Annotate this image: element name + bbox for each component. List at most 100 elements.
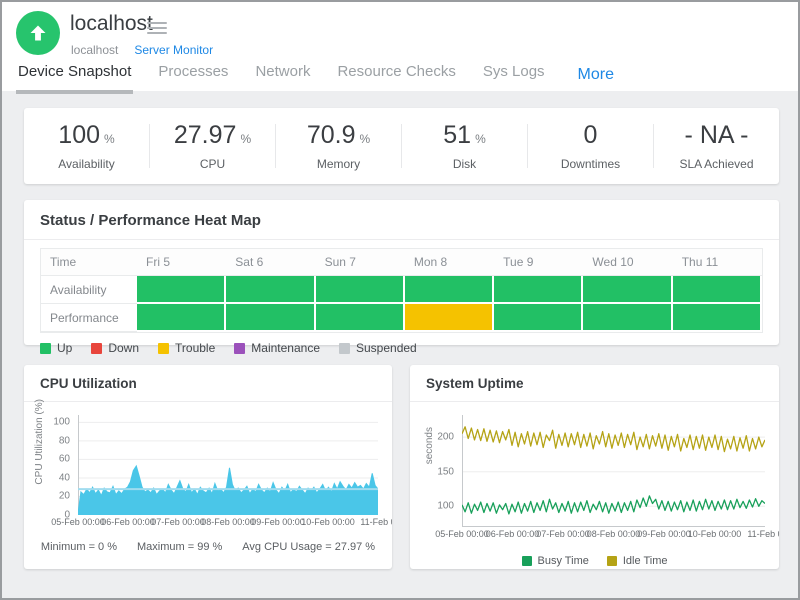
stat-value: 70.9% (276, 121, 401, 150)
x-tick-label: 05-Feb 00:00 (435, 529, 489, 539)
chart-legend-swatch (522, 556, 532, 566)
stat-value: 27.97% (150, 121, 275, 150)
stat-value: 51% (402, 121, 527, 150)
heat-map-cell-performance-wed-10[interactable] (583, 304, 672, 332)
heat-map-col-wed-10: Wed 10 (583, 249, 672, 276)
x-tick-label: 06-Feb 00:00 (486, 529, 540, 539)
y-tick-label: 40 (59, 472, 70, 483)
legend-item-up: Up (40, 341, 72, 355)
chart-legend-label: Busy Time (538, 555, 589, 567)
heat-map-cell-performance-fri-5[interactable] (137, 304, 226, 332)
breadcrumb: localhost Server Monitor (71, 43, 213, 57)
chart-legend-item-busy-time: Busy Time (522, 555, 589, 567)
heat-map-cell-performance-thu-11[interactable] (673, 304, 762, 332)
stat-number: 100 (58, 121, 100, 149)
x-tick-label: 09-Feb 00:00 (637, 529, 691, 539)
chart-legend-swatch (607, 556, 617, 566)
heat-map-cell-performance-tue-9[interactable] (494, 304, 583, 332)
up-arrow-icon (28, 23, 48, 43)
uptime-chart-title: System Uptime (410, 365, 779, 402)
tab-network[interactable]: Network (253, 59, 312, 94)
page-title: localhost (70, 12, 153, 36)
heat-map-cell-availability-sat-6[interactable] (226, 276, 315, 304)
stat-number: - NA - (685, 121, 749, 149)
heat-map-cell-availability-mon-8[interactable] (405, 276, 494, 304)
legend-label: Trouble (175, 341, 215, 355)
legend-swatch-suspended (339, 343, 350, 354)
x-tick-label: 06-Feb 00:00 (101, 517, 155, 527)
hamburger-menu-icon[interactable] (147, 19, 167, 37)
tab-resource-checks[interactable]: Resource Checks (335, 59, 457, 94)
y-tick-label: 200 (437, 432, 454, 443)
cpu-stat-text: Minimum = 0 % (41, 541, 117, 553)
uptime-chart-plot: 100150200 (462, 415, 765, 527)
heat-map-cell-availability-fri-5[interactable] (137, 276, 226, 304)
stat-number: 70.9 (307, 121, 356, 149)
heat-map-table: TimeFri 5Sat 6Sun 7Mon 8Tue 9Wed 10Thu 1… (40, 248, 763, 333)
heat-map-cell-availability-wed-10[interactable] (583, 276, 672, 304)
breadcrumb-server-monitor-link[interactable]: Server Monitor (134, 43, 213, 57)
heat-map-col-sat-6: Sat 6 (226, 249, 315, 276)
stat-unit: % (240, 132, 251, 146)
heat-map-title: Status / Performance Heat Map (24, 200, 779, 240)
stat-label: Memory (276, 157, 401, 171)
x-tick-label: 08-Feb 00:00 (201, 517, 255, 527)
heat-map-col-thu-11: Thu 11 (673, 249, 762, 276)
legend-item-down: Down (91, 341, 139, 355)
heat-map-col-tue-9: Tue 9 (494, 249, 583, 276)
heat-map-cell-availability-sun-7[interactable] (316, 276, 405, 304)
stat-availability: 100%Availability (24, 121, 149, 171)
uptime-chart-legend: Busy Time Idle Time (410, 555, 779, 567)
heat-map-cell-availability-thu-11[interactable] (673, 276, 762, 304)
legend-swatch-up (40, 343, 51, 354)
tab-sys-logs[interactable]: Sys Logs (481, 59, 547, 94)
x-tick-label: 10-Feb 00:00 (301, 517, 355, 527)
legend-swatch-maintenance (234, 343, 245, 354)
tab-device-snapshot[interactable]: Device Snapshot (16, 59, 133, 94)
heat-map-header-row: TimeFri 5Sat 6Sun 7Mon 8Tue 9Wed 10Thu 1… (41, 249, 762, 276)
x-tick-label: 09-Feb 00:00 (251, 517, 305, 527)
y-tick-label: 150 (437, 466, 454, 477)
cpu-stat-text: Maximum = 99 % (137, 541, 222, 553)
x-tick-label: 08-Feb 00:00 (587, 529, 641, 539)
heat-map-cell-performance-sat-6[interactable] (226, 304, 315, 332)
legend-swatch-trouble (158, 343, 169, 354)
legend-item-trouble: Trouble (158, 341, 215, 355)
y-tick-label: 100 (53, 417, 70, 428)
y-tick-label: 60 (59, 454, 70, 465)
tab-processes[interactable]: Processes (156, 59, 230, 94)
uptime-y-axis-label: seconds (424, 427, 435, 464)
tab-more[interactable]: More (578, 66, 614, 84)
heat-map-row-label: Availability (41, 276, 137, 304)
heat-map-col-fri-5: Fri 5 (137, 249, 226, 276)
chart-legend-item-idle-time: Idle Time (607, 555, 668, 567)
heat-map-col-sun-7: Sun 7 (316, 249, 405, 276)
x-tick-label: 10-Feb 00:00 (688, 529, 742, 539)
legend-swatch-down (91, 343, 102, 354)
x-tick-label: 05-Feb 00:00 (51, 517, 105, 527)
y-tick-label: 100 (437, 501, 454, 512)
heat-map-cell-performance-sun-7[interactable] (316, 304, 405, 332)
header: localhost localhost Server Monitor Device… (2, 2, 798, 91)
server-monitor-page: localhost localhost Server Monitor Device… (0, 0, 800, 600)
stat-downtimes: 0Downtimes (528, 121, 653, 171)
stat-label: Disk (402, 157, 527, 171)
x-tick-label: 07-Feb 00:00 (536, 529, 590, 539)
stat-label: Availability (24, 157, 149, 171)
heat-map-row-label: Performance (41, 304, 137, 332)
heat-map-cell-availability-tue-9[interactable] (494, 276, 583, 304)
stat-label: Downtimes (528, 157, 653, 171)
cpu-stat-text: Avg CPU Usage = 27.97 % (242, 541, 375, 553)
stat-sla-achieved: - NA -SLA Achieved (654, 121, 779, 171)
device-status-up-icon (16, 11, 60, 55)
heat-map-row-availability: Availability (41, 276, 762, 304)
x-tick-label: 11-Feb 0 (747, 529, 779, 539)
cpu-x-axis-labels: 05-Feb 00:0006-Feb 00:0007-Feb 00:0008-F… (78, 515, 378, 528)
heat-map-card: Status / Performance Heat Map TimeFri 5S… (24, 200, 779, 345)
breadcrumb-host: localhost (71, 43, 118, 57)
heat-map-cell-performance-mon-8[interactable] (405, 304, 494, 332)
stat-value: - NA - (654, 121, 779, 150)
stat-disk: 51% Disk (402, 121, 527, 171)
cpu-stats-footer: Minimum = 0 % Maximum = 99 % Avg CPU Usage… (24, 541, 392, 553)
system-uptime-card: System Uptime seconds 100150200 05-Feb 0… (410, 365, 779, 569)
